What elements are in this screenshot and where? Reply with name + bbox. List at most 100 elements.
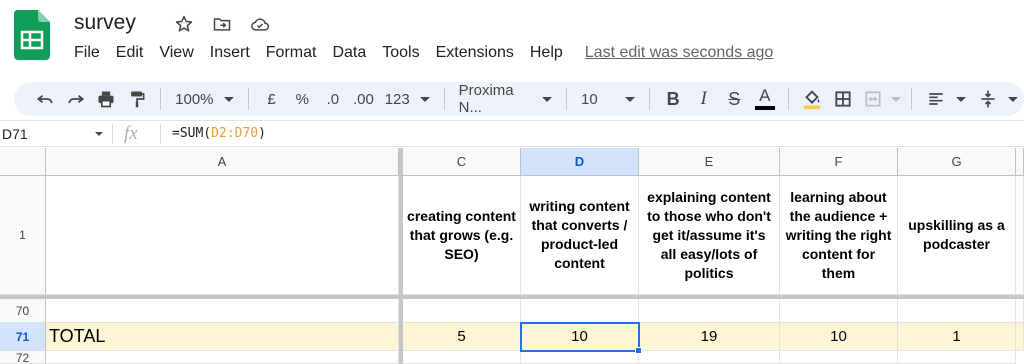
- font-size-select[interactable]: 10: [575, 85, 641, 113]
- divider: [788, 88, 790, 110]
- star-icon[interactable]: [172, 12, 196, 36]
- menu-file[interactable]: File: [66, 44, 108, 62]
- document-title[interactable]: survey: [74, 11, 136, 35]
- cell-f71[interactable]: 10: [780, 323, 898, 351]
- sheets-logo-icon[interactable]: [13, 10, 50, 60]
- font-name: Proxima N...: [458, 82, 514, 116]
- last-edit-link[interactable]: Last edit was seconds ago: [585, 44, 774, 62]
- fill-handle[interactable]: [635, 347, 642, 354]
- menu-help[interactable]: Help: [522, 44, 571, 62]
- cell-d72[interactable]: [521, 351, 639, 364]
- cell-a70[interactable]: [46, 299, 399, 323]
- column-header-c[interactable]: C: [403, 148, 521, 176]
- cell-h1[interactable]: [1016, 176, 1024, 295]
- cell-h70[interactable]: [1016, 299, 1024, 323]
- column-header-h[interactable]: [1016, 148, 1024, 176]
- chevron-down-icon: [956, 96, 967, 102]
- frozen-column-divider[interactable]: [399, 148, 403, 364]
- cell-a72[interactable]: [46, 351, 399, 364]
- name-box-value: D71: [2, 126, 28, 142]
- menu-insert[interactable]: Insert: [202, 44, 258, 62]
- menu-edit[interactable]: Edit: [108, 44, 152, 62]
- menu-view[interactable]: View: [151, 44, 201, 62]
- strikethrough-button[interactable]: S: [719, 85, 750, 113]
- italic-button[interactable]: I: [688, 85, 719, 113]
- fill-color-icon[interactable]: [797, 85, 828, 113]
- borders-icon[interactable]: [828, 85, 859, 113]
- column-header-f[interactable]: F: [780, 148, 898, 176]
- cell-g71[interactable]: 1: [898, 323, 1016, 351]
- row-header-1[interactable]: 1: [0, 176, 46, 295]
- bold-button[interactable]: B: [658, 85, 689, 113]
- chevron-down-icon: [419, 96, 430, 102]
- cell-a1[interactable]: [46, 176, 399, 295]
- cell-c1[interactable]: creating content that grows (e.g. SEO): [403, 176, 521, 295]
- chevron-down-icon: [223, 96, 234, 102]
- divider: [648, 88, 650, 110]
- row-header-71[interactable]: 71: [0, 323, 46, 351]
- cell-e71[interactable]: 19: [639, 323, 780, 351]
- font-select[interactable]: Proxima N...: [453, 82, 559, 116]
- vertical-align-select[interactable]: [972, 85, 1024, 113]
- cell-c72[interactable]: [403, 351, 521, 364]
- column-header-g[interactable]: G: [898, 148, 1016, 176]
- cell-e70[interactable]: [639, 299, 780, 323]
- divider: [566, 88, 568, 110]
- fx-icon: fx: [124, 123, 138, 144]
- increase-decimal-button[interactable]: .00: [348, 85, 379, 113]
- print-icon[interactable]: [91, 85, 122, 113]
- text-color-swatch: [754, 106, 775, 110]
- horizontal-align-select[interactable]: [920, 85, 972, 113]
- name-box[interactable]: D71: [0, 121, 108, 146]
- redo-icon[interactable]: [61, 85, 92, 113]
- column-header-e[interactable]: E: [639, 148, 780, 176]
- undo-icon[interactable]: [30, 85, 61, 113]
- menu-format[interactable]: Format: [258, 44, 325, 62]
- cell-c70[interactable]: [403, 299, 521, 323]
- cell-a71-total-label[interactable]: TOTAL: [46, 323, 399, 351]
- menu-tools[interactable]: Tools: [374, 44, 427, 62]
- decrease-decimal-button[interactable]: .0: [318, 85, 349, 113]
- frozen-row-divider[interactable]: [0, 295, 1024, 299]
- cell-d1[interactable]: writing content that converts / product-…: [521, 176, 639, 295]
- percent-format-button[interactable]: %: [287, 85, 318, 113]
- cell-e72[interactable]: [639, 351, 780, 364]
- divider: [443, 88, 445, 110]
- title-bar: survey File Edit View Insert Format Data…: [0, 0, 1024, 76]
- merge-cells-icon[interactable]: [858, 85, 889, 113]
- divider: [112, 124, 113, 144]
- cell-g70[interactable]: [898, 299, 1016, 323]
- cell-c71[interactable]: 5: [403, 323, 521, 351]
- more-formats-label: 123: [384, 90, 410, 108]
- select-all-corner[interactable]: [0, 148, 46, 176]
- cell-d70[interactable]: [521, 299, 639, 323]
- cell-e1[interactable]: explaining content to those who don't ge…: [639, 176, 780, 295]
- cell-f1[interactable]: learning about the audience + writing th…: [780, 176, 898, 295]
- divider: [160, 124, 161, 144]
- merge-cells-dropdown[interactable]: [889, 85, 903, 113]
- menu-data[interactable]: Data: [324, 44, 374, 62]
- divider: [911, 88, 913, 110]
- row-header-72[interactable]: 72: [0, 351, 46, 364]
- formula-bar: D71 fx =SUM(D2:D70): [0, 120, 1024, 147]
- cloud-status-icon[interactable]: [248, 12, 272, 36]
- cell-f72[interactable]: [780, 351, 898, 364]
- row-header-70[interactable]: 70: [0, 299, 46, 323]
- menu-extensions[interactable]: Extensions: [428, 44, 522, 62]
- more-formats-select[interactable]: 123: [379, 85, 436, 113]
- move-folder-icon[interactable]: [210, 12, 234, 36]
- text-color-button[interactable]: A: [750, 85, 781, 113]
- zoom-select[interactable]: 100%: [169, 85, 239, 113]
- vertical-align-icon: [981, 90, 995, 108]
- paint-format-icon[interactable]: [122, 85, 153, 113]
- column-header-d[interactable]: D: [521, 148, 639, 176]
- column-header-a[interactable]: A: [46, 148, 399, 176]
- cell-f70[interactable]: [780, 299, 898, 323]
- cell-g1[interactable]: upskilling as a podcaster: [898, 176, 1016, 295]
- currency-format-button[interactable]: £: [256, 85, 287, 113]
- chevron-down-icon: [624, 96, 635, 102]
- formula-input[interactable]: =SUM(D2:D70): [172, 126, 266, 141]
- cell-h71[interactable]: [1016, 323, 1024, 351]
- cell-g72[interactable]: [898, 351, 1016, 364]
- active-cell-selection: [520, 322, 640, 352]
